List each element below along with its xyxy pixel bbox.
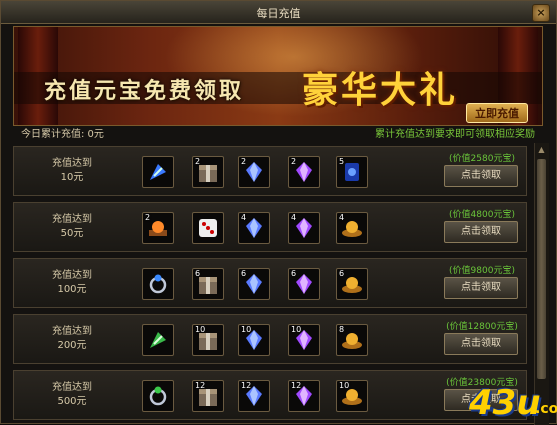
condition-text: 充值达到 — [52, 158, 92, 169]
condition-text: 充值达到 — [52, 382, 92, 393]
item-slot[interactable]: 5 — [336, 156, 368, 188]
condition-text: 充值达到 — [52, 326, 92, 337]
item-slot[interactable]: 12 — [238, 380, 270, 412]
claim-button[interactable]: 点击领取 — [444, 221, 518, 243]
condition-amount: 200元 — [57, 340, 87, 351]
item-slot[interactable]: 6 — [192, 268, 224, 300]
reward-row: 充值达到 50元 2 4 4 4 (价值4800元宝) 点击领取 — [13, 202, 527, 252]
item-count: 4 — [291, 213, 297, 222]
green-feather-icon — [146, 328, 170, 352]
blue-feather-icon — [146, 160, 170, 184]
condition-amount: 500元 — [57, 396, 87, 407]
reward-row: 充值达到 500元 12 12 12 10 (价值23800元宝) 点击领取 — [13, 370, 527, 420]
reward-value: (价值9800元宝) — [449, 266, 515, 276]
item-slot[interactable]: 2 — [288, 156, 320, 188]
condition-amount: 100元 — [57, 284, 87, 295]
site-watermark-logo: 43u .com — [469, 381, 557, 423]
condition-label: 充值达到 500元 — [32, 381, 112, 409]
item-slot[interactable]: 12 — [288, 380, 320, 412]
recharge-now-button[interactable]: 立即充值 — [466, 103, 528, 123]
item-count: 2 — [145, 213, 151, 222]
reward-notice: 累计充值达到要求即可领取相应奖励 — [375, 129, 535, 140]
item-slot[interactable] — [142, 380, 174, 412]
item-slot[interactable] — [142, 156, 174, 188]
condition-label: 充值达到 50元 — [32, 213, 112, 241]
item-slot[interactable]: 2 — [192, 156, 224, 188]
claim-button[interactable]: 点击领取 — [444, 165, 518, 187]
item-count: 10 — [291, 325, 302, 334]
item-slot[interactable]: 10 — [336, 380, 368, 412]
item-slot[interactable]: 10 — [288, 324, 320, 356]
item-count: 2 — [195, 157, 201, 166]
daily-recharge-window: 每日充值 × 充值元宝免费领取 豪华大礼 立即充值 今日累计充值: 0元 累计充… — [0, 0, 557, 425]
item-slot[interactable]: 12 — [192, 380, 224, 412]
reward-row: 充值达到 200元 10 10 10 8 (价值12800元宝) 点击领取 — [13, 314, 527, 364]
reward-value: (价值4800元宝) — [449, 210, 515, 220]
green-ring-icon — [146, 384, 170, 408]
info-bar: 今日累计充值: 0元 累计充值达到要求即可领取相应奖励 — [13, 123, 543, 140]
watermark-suffix: .com — [535, 401, 557, 417]
condition-amount: 50元 — [60, 228, 84, 239]
reward-value: (价值12800元宝) — [446, 322, 518, 332]
reward-row: 充值达到 10元 2 2 2 5 (价值2580元宝) 点击领取 — [13, 146, 527, 196]
blue-ring-icon — [146, 272, 170, 296]
item-slot[interactable]: 6 — [336, 268, 368, 300]
condition-amount: 10元 — [60, 172, 84, 183]
item-count: 10 — [241, 325, 252, 334]
item-count: 10 — [339, 381, 350, 390]
title-bar[interactable]: 每日充值 × — [1, 1, 556, 24]
condition-label: 充值达到 200元 — [32, 325, 112, 353]
item-count: 10 — [195, 325, 206, 334]
reward-list: 充值达到 10元 2 2 2 5 (价值2580元宝) 点击领取 充值达到 50元 2 4 4 4 (价值4… — [13, 143, 527, 425]
item-count: 2 — [241, 157, 247, 166]
banner-slogan: 充值元宝免费领取 — [44, 78, 245, 104]
reward-row: 充值达到 100元 6 6 6 6 (价值9800元宝) 点击领取 — [13, 258, 527, 308]
item-slot[interactable] — [142, 268, 174, 300]
item-count: 12 — [195, 381, 206, 390]
item-slot[interactable]: 6 — [238, 268, 270, 300]
claim-button[interactable]: 点击领取 — [444, 333, 518, 355]
reward-value: (价值2580元宝) — [449, 154, 515, 164]
banner-headline: 豪华大礼 — [302, 69, 459, 111]
item-slot[interactable]: 4 — [336, 212, 368, 244]
item-slot[interactable]: 10 — [192, 324, 224, 356]
daily-total-label: 今日累计充值: 0元 — [21, 129, 104, 140]
promo-banner: 充值元宝免费领取 豪华大礼 立即充值 — [13, 26, 543, 126]
watermark-brand: 43u — [469, 383, 541, 423]
claim-button[interactable]: 点击领取 — [444, 277, 518, 299]
item-slot[interactable]: 10 — [238, 324, 270, 356]
window-title: 每日充值 — [256, 7, 301, 20]
item-count: 4 — [241, 213, 247, 222]
item-slot[interactable]: 6 — [288, 268, 320, 300]
item-count: 4 — [339, 213, 345, 222]
item-count: 5 — [339, 157, 345, 166]
item-slot[interactable]: 8 — [336, 324, 368, 356]
item-slot[interactable]: 2 — [238, 156, 270, 188]
close-button[interactable]: × — [532, 4, 550, 22]
dice-icon — [196, 216, 220, 240]
item-count: 12 — [241, 381, 252, 390]
item-slot[interactable]: 4 — [238, 212, 270, 244]
scrollbar-thumb[interactable] — [537, 159, 546, 379]
item-count: 6 — [339, 269, 345, 278]
condition-text: 充值达到 — [52, 214, 92, 225]
condition-label: 充值达到 10元 — [32, 157, 112, 185]
item-slot[interactable] — [192, 212, 224, 244]
item-count: 6 — [195, 269, 201, 278]
item-count: 2 — [291, 157, 297, 166]
item-count: 6 — [241, 269, 247, 278]
scroll-up-icon[interactable]: ▲ — [536, 145, 547, 156]
item-count: 12 — [291, 381, 302, 390]
condition-label: 充值达到 100元 — [32, 269, 112, 297]
item-slot[interactable] — [142, 324, 174, 356]
item-slot[interactable]: 2 — [142, 212, 174, 244]
item-slot[interactable]: 4 — [288, 212, 320, 244]
condition-text: 充值达到 — [52, 270, 92, 281]
item-count: 6 — [291, 269, 297, 278]
item-count: 8 — [339, 325, 345, 334]
